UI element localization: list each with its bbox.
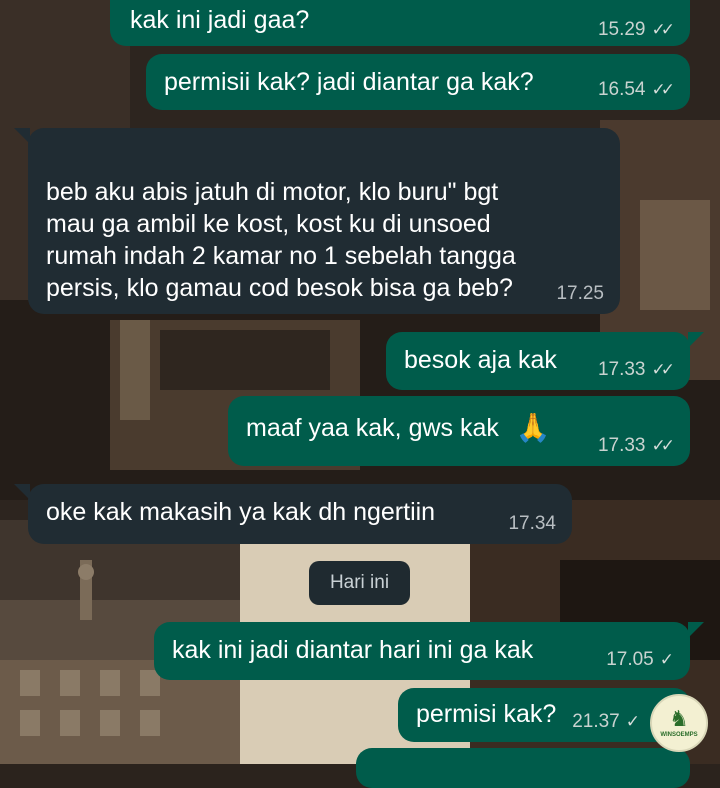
double-check-icon: ✓✓ [651, 80, 675, 99]
message-meta: 17.25 [556, 284, 604, 304]
bubble-tail [688, 622, 704, 638]
double-check-icon: ✓✓ [651, 436, 675, 455]
message-bubble-outgoing[interactable]: permisi kak? 21.37 ✓ [398, 688, 690, 742]
message-text: besok aja kak [404, 346, 557, 374]
message-text: permisi kak? [416, 700, 557, 728]
avatar[interactable]: ♞ WINSOEMPS [650, 694, 708, 752]
avatar-label: WINSOEMPS [660, 732, 698, 738]
message-meta: 15.29 ✓✓ [597, 19, 675, 40]
message-meta: 17.33 ✓✓ [597, 359, 675, 380]
message-bubble-incoming[interactable]: beb aku abis jatuh di motor, klo buru" b… [28, 128, 620, 314]
message-time: 17.34 [508, 513, 556, 534]
message-text: oke kak makasih ya kak dh ngertiin [46, 498, 436, 526]
message-bubble-outgoing[interactable]: permisii kak? jadi diantar ga kak? 16.54… [146, 54, 690, 110]
message-time: 17.05 [606, 649, 654, 670]
message-time: 17.25 [556, 283, 604, 304]
message-bubble-outgoing[interactable]: kak ini jadi diantar hari ini ga kak 17.… [154, 622, 690, 680]
double-check-icon: ✓✓ [651, 20, 675, 39]
message-text: kak ini jadi gaa? [130, 6, 310, 34]
message-text: kak ini jadi diantar hari ini ga kak [172, 636, 534, 664]
praying-hands-icon: 🙏 [515, 412, 551, 443]
message-time: 17.33 [597, 359, 646, 380]
bubble-tail [14, 484, 30, 500]
message-meta: 21.37 ✓ [572, 712, 640, 732]
message-text: maaf yaa kak, gws kak [246, 414, 499, 442]
horse-rider-icon: ♞ [669, 706, 689, 731]
bubble-tail [14, 128, 30, 144]
double-check-icon: ✓✓ [651, 360, 675, 379]
message-time: 17.33 [597, 435, 646, 456]
bubble-tail [688, 332, 704, 348]
message-bubble-outgoing[interactable]: kak ini jadi gaa? 15.29 ✓✓ [110, 0, 690, 46]
message-bubble-outgoing-partial[interactable] [356, 748, 690, 788]
check-icon: ✓ [659, 650, 674, 669]
message-time: 15.29 [597, 19, 646, 40]
message-bubble-outgoing[interactable]: besok aja kak 17.33 ✓✓ [386, 332, 690, 390]
message-meta: 17.34 [508, 514, 556, 534]
message-text: permisii kak? jadi diantar ga kak? [164, 68, 534, 96]
message-meta: 17.05 ✓ [606, 650, 674, 670]
message-time: 21.37 [572, 711, 620, 732]
date-separator: Hari ini [309, 561, 410, 605]
message-bubble-incoming[interactable]: oke kak makasih ya kak dh ngertiin 17.34 [28, 484, 572, 544]
message-bubble-outgoing[interactable]: maaf yaa kak, gws kak 🙏 17.33 ✓✓ [228, 396, 690, 466]
message-text: beb aku abis jatuh di motor, klo buru" b… [46, 178, 516, 302]
message-meta: 17.33 ✓✓ [597, 435, 675, 456]
check-icon: ✓ [625, 712, 640, 731]
message-time: 16.54 [597, 79, 646, 100]
message-meta: 16.54 ✓✓ [597, 79, 675, 100]
